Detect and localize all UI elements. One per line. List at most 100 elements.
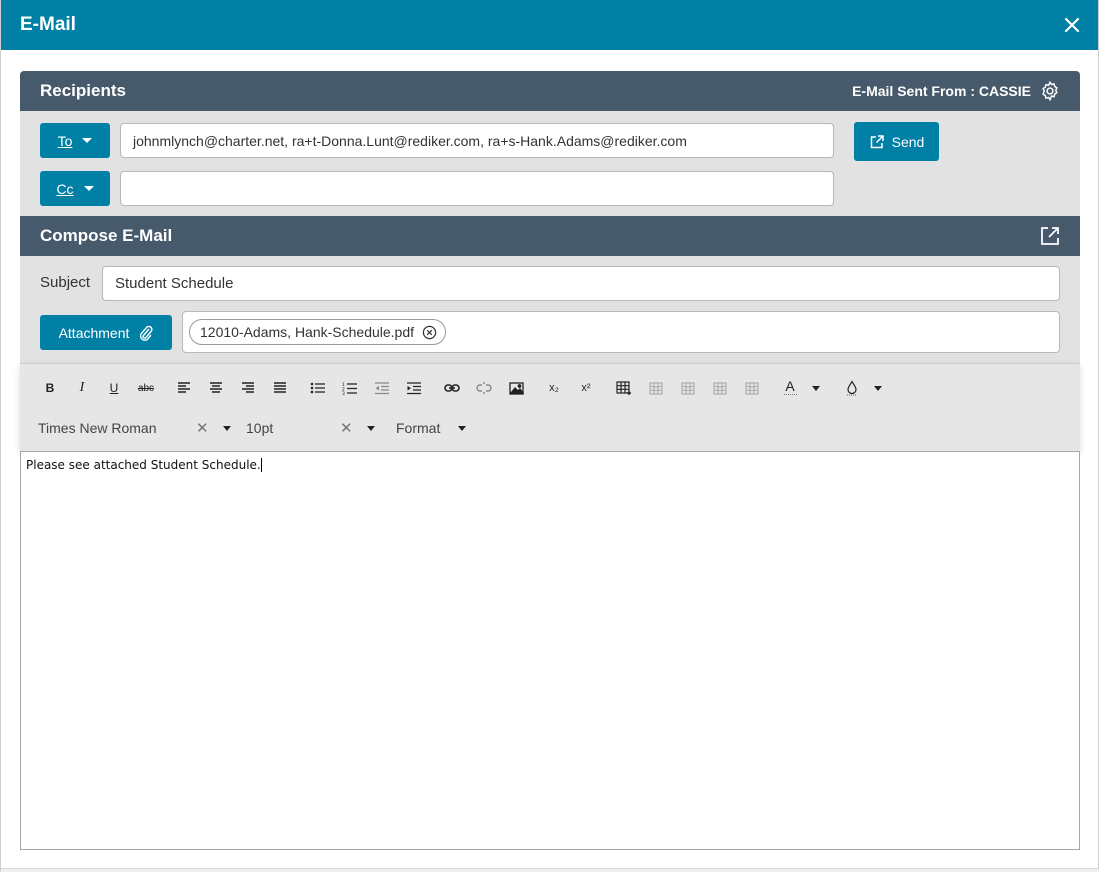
to-dropdown-button[interactable]: To: [40, 123, 110, 158]
attachment-chip: 12010-Adams, Hank-Schedule.pdf: [189, 319, 447, 345]
align-center-icon: [210, 382, 222, 393]
compose-body: Subject Student Schedule Attachment 1201…: [20, 256, 1080, 363]
attachment-filename: 12010-Adams, Hank-Schedule.pdf: [200, 324, 415, 340]
droplet-icon: [847, 380, 857, 396]
background-color-button[interactable]: [836, 376, 868, 400]
sent-from-label: E-Mail Sent From : CASSIE: [852, 83, 1031, 99]
chevron-down-icon: [83, 186, 94, 191]
outdent-button[interactable]: [366, 376, 398, 400]
bold-button[interactable]: B: [34, 376, 66, 400]
remove-attachment-button[interactable]: [422, 325, 437, 340]
align-justify-button[interactable]: [264, 376, 296, 400]
email-body-editor[interactable]: Please see attached Student Schedule.: [20, 451, 1080, 850]
subscript-button[interactable]: x₂: [538, 376, 570, 400]
background-color-dropdown[interactable]: [868, 376, 888, 400]
chevron-down-icon: [458, 425, 467, 431]
strikethrough-button[interactable]: abc: [130, 376, 162, 400]
link-icon: [444, 384, 460, 392]
bullet-list-button[interactable]: [302, 376, 334, 400]
indent-button[interactable]: [398, 376, 430, 400]
italic-button[interactable]: I: [66, 376, 98, 400]
font-size-value: 10pt: [246, 420, 274, 436]
superscript-button[interactable]: x²: [570, 376, 602, 400]
recipients-title: Recipients: [40, 81, 126, 100]
insert-image-button[interactable]: [500, 376, 532, 400]
cc-dropdown-button[interactable]: Cc: [40, 171, 110, 206]
subject-value: Student Schedule: [115, 275, 234, 292]
chevron-down-icon: [82, 138, 93, 143]
numbered-list-icon: 123: [342, 382, 357, 395]
table-delete-button[interactable]: [736, 376, 768, 400]
table-delete-icon: [745, 381, 759, 395]
unlink-button[interactable]: [468, 376, 500, 400]
svg-text:3: 3: [342, 391, 345, 395]
font-color-button[interactable]: A: [774, 376, 806, 400]
image-icon: [508, 381, 524, 395]
clear-icon[interactable]: ✕: [340, 419, 353, 437]
insert-link-button[interactable]: [436, 376, 468, 400]
recipients-panel: Recipients E-Mail Sent From : CASSIE To …: [20, 71, 1080, 363]
numbered-list-button[interactable]: 123: [334, 376, 366, 400]
chevron-down-icon: [874, 385, 882, 391]
toolbar-row-fonts: Times New Roman ✕ 10pt ✕ Format: [38, 416, 467, 440]
table-cell-button[interactable]: [704, 376, 736, 400]
font-size-select[interactable]: 10pt ✕: [246, 419, 396, 437]
attachment-field: 12010-Adams, Hank-Schedule.pdf: [182, 311, 1060, 353]
underline-button[interactable]: U: [98, 376, 130, 400]
align-justify-icon: [274, 382, 286, 393]
chevron-down-icon: [222, 425, 231, 431]
settings-button[interactable]: [1039, 80, 1061, 102]
outdent-icon: [375, 381, 389, 394]
text-cursor: [260, 458, 262, 472]
attachment-label: Attachment: [58, 324, 130, 341]
close-icon: [1064, 17, 1080, 33]
table-row-icon: [649, 381, 663, 395]
unlink-icon: [476, 382, 492, 394]
email-dialog: E-Mail Recipients E-Mail Sent From : CAS…: [0, 0, 1099, 872]
to-value: johnmlynch@charter.net, ra+t-Donna.Lunt@…: [133, 132, 687, 149]
insert-table-button[interactable]: [608, 376, 640, 400]
clear-icon[interactable]: ✕: [196, 419, 209, 437]
close-button[interactable]: [1060, 13, 1084, 37]
compose-title: Compose E-Mail: [40, 226, 173, 245]
font-family-select[interactable]: Times New Roman ✕: [38, 419, 246, 437]
dialog-footer: [1, 868, 1099, 872]
sent-from: E-Mail Sent From : CASSIE: [852, 80, 1061, 102]
align-left-icon: [178, 382, 190, 393]
email-body-text: Please see attached Student Schedule.: [26, 458, 261, 472]
attachment-button[interactable]: Attachment: [40, 315, 172, 350]
send-label: Send: [891, 133, 925, 150]
to-input[interactable]: johnmlynch@charter.net, ra+t-Donna.Lunt@…: [120, 123, 834, 158]
align-center-button[interactable]: [200, 376, 232, 400]
font-family-value: Times New Roman: [38, 420, 157, 436]
recipients-body: To johnmlynch@charter.net, ra+t-Donna.Lu…: [20, 111, 1080, 216]
align-left-button[interactable]: [168, 376, 200, 400]
font-color-dropdown[interactable]: [806, 376, 826, 400]
indent-icon: [407, 381, 421, 394]
align-right-icon: [242, 382, 254, 393]
cc-input[interactable]: [120, 171, 834, 206]
share-icon: [870, 134, 884, 148]
format-select[interactable]: Format: [396, 420, 467, 436]
chevron-down-icon: [366, 425, 375, 431]
dialog-title: E-Mail: [20, 14, 76, 35]
external-link-icon: [1041, 227, 1059, 245]
cc-label: Cc: [56, 180, 74, 197]
compose-header: Compose E-Mail: [20, 216, 1080, 256]
font-color-swatch: [783, 394, 797, 396]
table-row-button[interactable]: [640, 376, 672, 400]
subject-input[interactable]: Student Schedule: [102, 266, 1060, 301]
subject-label: Subject: [40, 274, 91, 291]
table-column-icon: [681, 381, 695, 395]
table-column-button[interactable]: [672, 376, 704, 400]
align-right-button[interactable]: [232, 376, 264, 400]
to-label: To: [57, 132, 73, 149]
recipients-header: Recipients E-Mail Sent From : CASSIE: [20, 71, 1080, 111]
remove-circle-icon: [422, 325, 437, 339]
send-button[interactable]: Send: [854, 122, 939, 161]
bullet-list-icon: [310, 382, 325, 394]
paperclip-icon: [140, 325, 153, 341]
gear-icon: [1042, 80, 1058, 102]
table-insert-icon: [616, 380, 631, 395]
popout-button[interactable]: [1039, 225, 1061, 247]
